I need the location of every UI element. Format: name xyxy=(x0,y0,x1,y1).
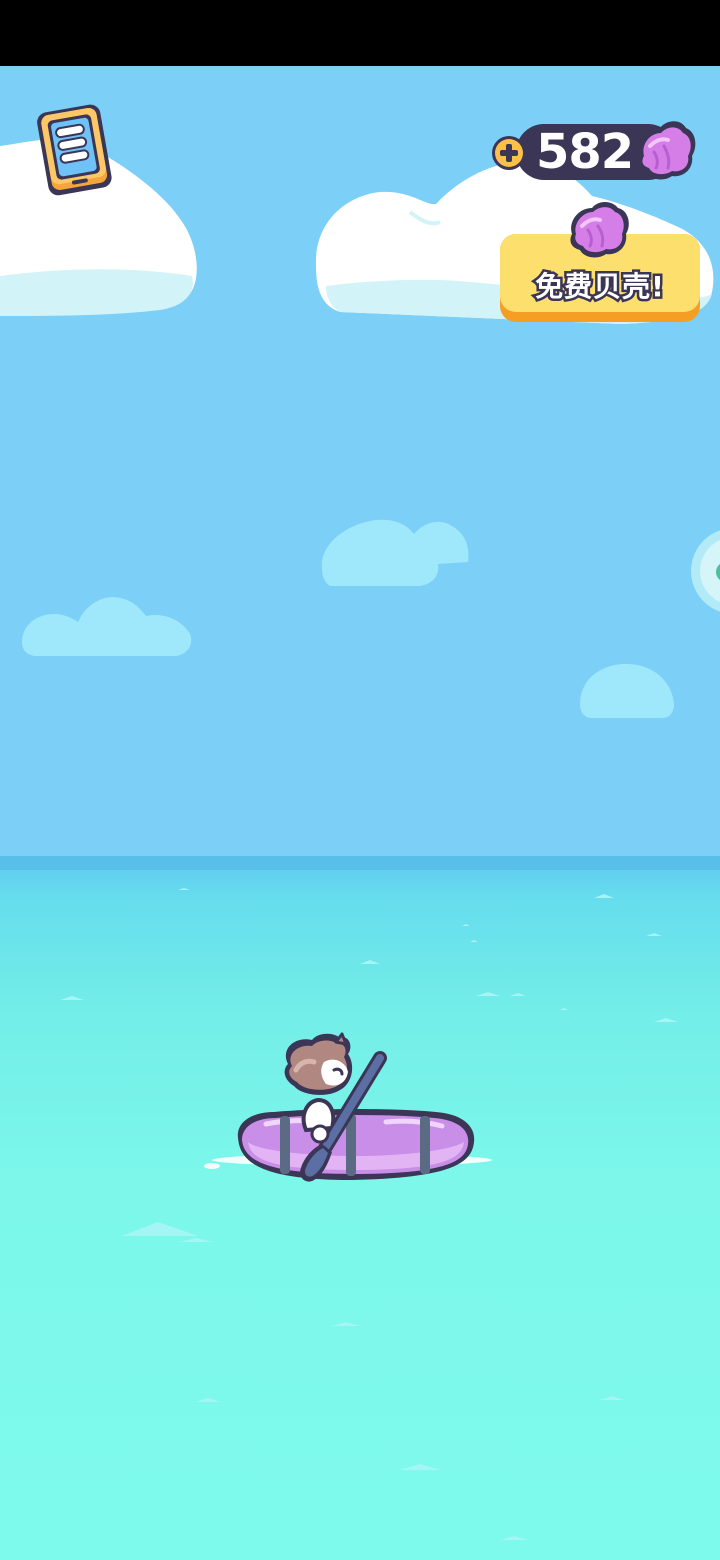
side-bubble-button[interactable] xyxy=(690,528,720,614)
free-shells-shell-icon xyxy=(564,200,636,262)
menu-button[interactable] xyxy=(30,100,118,196)
shell-counter: 582 xyxy=(490,116,706,190)
cloud-small-left xyxy=(22,597,192,656)
wave-sparkles xyxy=(60,888,678,1540)
cloud-small-right xyxy=(580,664,674,718)
inflatable-boat xyxy=(237,1109,475,1180)
cat-in-boat xyxy=(196,1030,502,1200)
plus-icon xyxy=(492,136,526,170)
game-screen[interactable]: 582 免费贝壳! xyxy=(0,0,720,1560)
free-shells-label: 免费贝壳! xyxy=(533,268,667,306)
side-bubble-icon xyxy=(691,530,720,612)
cloud-small-middle xyxy=(321,519,469,586)
phone-menu-icon xyxy=(37,104,112,196)
add-shells-button[interactable] xyxy=(490,134,528,172)
shell-count: 582 xyxy=(536,124,634,180)
shell-icon xyxy=(628,116,700,188)
